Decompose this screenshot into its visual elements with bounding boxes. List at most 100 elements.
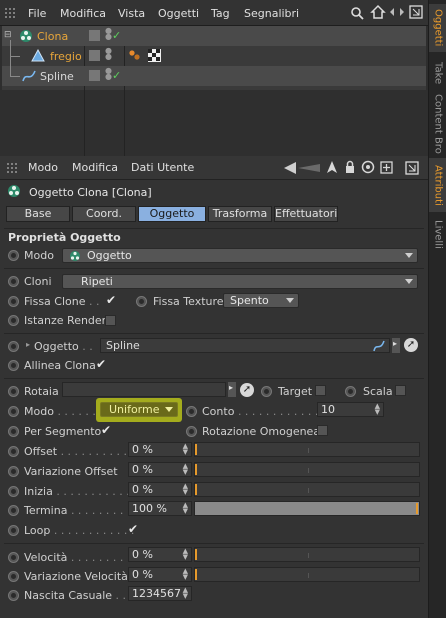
search-icon[interactable]: [350, 6, 366, 20]
offset-slider[interactable]: [194, 442, 420, 457]
animate-radio[interactable]: [8, 296, 19, 307]
animate-radio[interactable]: [136, 296, 147, 307]
per-segmento-checkbox[interactable]: ✔: [101, 424, 111, 436]
animate-radio[interactable]: [8, 466, 19, 477]
variazione-velocita-input[interactable]: 0 % ▲ ▼: [128, 567, 192, 582]
menu-segnalibri[interactable]: Segnalibri: [244, 7, 299, 20]
menu-file[interactable]: File: [28, 7, 46, 20]
enabled-check-icon[interactable]: ✓: [112, 69, 121, 82]
stepper-icon[interactable]: ▲ ▼: [183, 587, 188, 600]
animate-radio[interactable]: [8, 525, 19, 536]
grip-icon[interactable]: [6, 162, 18, 174]
tab-content-browser[interactable]: Content Bro: [429, 92, 446, 156]
visibility-dots[interactable]: ● ●: [105, 27, 112, 41]
menu-tag[interactable]: Tag: [211, 7, 230, 20]
grip-icon[interactable]: [4, 7, 16, 19]
texture-tag-icon[interactable]: [148, 49, 161, 62]
modo-dropdown[interactable]: Oggetto: [62, 248, 418, 263]
tab-oggetto[interactable]: Oggetto: [138, 206, 206, 222]
collapse-icon[interactable]: ⊟: [4, 30, 12, 40]
animate-radio[interactable]: [8, 386, 19, 397]
material-tag-icon[interactable]: [128, 48, 142, 62]
modo-distribution-dropdown[interactable]: Uniforme: [100, 402, 178, 417]
allinea-clona-checkbox[interactable]: ✔: [96, 358, 106, 370]
cursor-arrow-icon[interactable]: [326, 160, 338, 174]
termina-slider[interactable]: [194, 501, 420, 516]
visibility-dots[interactable]: ● ●: [105, 67, 112, 81]
animate-radio[interactable]: [8, 590, 19, 601]
offset-input[interactable]: 0 % ▲ ▼: [128, 442, 192, 457]
stepper-icon[interactable]: ▲ ▼: [375, 403, 380, 416]
animate-radio[interactable]: [186, 406, 197, 417]
object-row-spline[interactable]: Spline ● ● ✓: [2, 56, 426, 86]
object-row-fregio[interactable]: fregio ● ●: [2, 40, 426, 66]
variazione-offset-slider[interactable]: [194, 462, 420, 477]
animate-radio[interactable]: [8, 446, 19, 457]
layer-swatch[interactable]: [89, 70, 100, 81]
animate-radio[interactable]: [8, 360, 19, 371]
object-name[interactable]: Clona: [37, 30, 68, 43]
conto-input[interactable]: 10 ▲ ▼: [317, 402, 384, 417]
animate-radio[interactable]: [8, 406, 19, 417]
menu-modifica[interactable]: Modifica: [60, 7, 106, 20]
animate-radio[interactable]: [8, 276, 19, 287]
tab-attributi[interactable]: Attributi: [429, 158, 446, 212]
target-checkbox[interactable]: [315, 385, 326, 396]
velocita-slider[interactable]: [194, 547, 420, 562]
tab-oggetti[interactable]: Oggetti: [429, 4, 446, 52]
object-name[interactable]: Spline: [40, 70, 74, 83]
arrows-icon[interactable]: [389, 7, 405, 17]
tab-livelli[interactable]: Livelli: [429, 214, 446, 254]
tab-effettuatori[interactable]: Effettuatori: [274, 206, 338, 222]
stepper-icon[interactable]: ▲ ▼: [183, 483, 188, 496]
animate-radio[interactable]: [8, 552, 19, 563]
nascita-casuale-input[interactable]: 1234567 ▲ ▼: [128, 586, 192, 601]
stepper-icon[interactable]: ▲ ▼: [183, 548, 188, 561]
slider-handle[interactable]: [195, 444, 197, 455]
inizia-input[interactable]: 0 % ▲ ▼: [128, 482, 192, 497]
variazione-offset-input[interactable]: 0 % ▲ ▼: [128, 462, 192, 477]
enabled-check-icon[interactable]: ✓: [112, 29, 121, 42]
layer-swatch[interactable]: [89, 30, 100, 41]
fissa-texture-dropdown[interactable]: Spento: [223, 293, 299, 308]
tab-trasforma[interactable]: Trasforma: [208, 206, 272, 222]
variazione-velocita-slider[interactable]: [194, 567, 420, 582]
back-forward-arrows-icon[interactable]: [282, 161, 322, 175]
stepper-icon[interactable]: ▲ ▼: [183, 502, 188, 515]
tab-coord[interactable]: Coord.: [72, 206, 136, 222]
animate-radio[interactable]: [8, 505, 19, 516]
animate-radio[interactable]: [8, 341, 19, 352]
object-row-clona[interactable]: ⊟ Clona ● ● ✓: [2, 26, 426, 46]
new-panel-icon[interactable]: [380, 161, 394, 175]
slider-handle[interactable]: [195, 464, 197, 475]
object-name[interactable]: fregio: [50, 50, 82, 63]
animate-radio[interactable]: [8, 426, 19, 437]
slider-handle[interactable]: [416, 503, 418, 514]
tab-take[interactable]: Take: [429, 56, 446, 90]
animate-radio[interactable]: [8, 315, 19, 326]
pick-cursor-icon[interactable]: ➚: [404, 338, 418, 352]
link-menu-arrow-icon[interactable]: ▸: [228, 382, 236, 397]
target-icon[interactable]: [361, 160, 375, 174]
rotazione-omogenea-checkbox[interactable]: [317, 425, 328, 436]
animate-radio[interactable]: [345, 386, 356, 397]
link-menu-arrow-icon[interactable]: ▸: [392, 338, 400, 353]
animate-radio[interactable]: [8, 571, 19, 582]
tab-base[interactable]: Base: [6, 206, 70, 222]
animate-radio[interactable]: [8, 250, 19, 261]
attr-menu-dati-utente[interactable]: Dati Utente: [131, 161, 194, 174]
rotaia-link-field[interactable]: [62, 382, 226, 397]
stepper-icon[interactable]: ▲ ▼: [183, 463, 188, 476]
animate-radio[interactable]: [186, 426, 197, 437]
expand-arrow-icon[interactable]: ▸: [26, 340, 30, 349]
attr-menu-modo[interactable]: Modo: [28, 161, 58, 174]
expand-icon[interactable]: [405, 161, 419, 175]
expand-icon[interactable]: [409, 5, 423, 19]
velocita-input[interactable]: 0 % ▲ ▼: [128, 547, 192, 562]
layer-swatch[interactable]: [89, 50, 100, 61]
istanze-render-checkbox[interactable]: [105, 315, 116, 326]
scala-checkbox[interactable]: [395, 385, 406, 396]
slider-handle[interactable]: [195, 484, 197, 495]
visibility-dots[interactable]: ● ●: [105, 47, 112, 61]
oggetto-link-field[interactable]: Spline: [100, 338, 390, 353]
